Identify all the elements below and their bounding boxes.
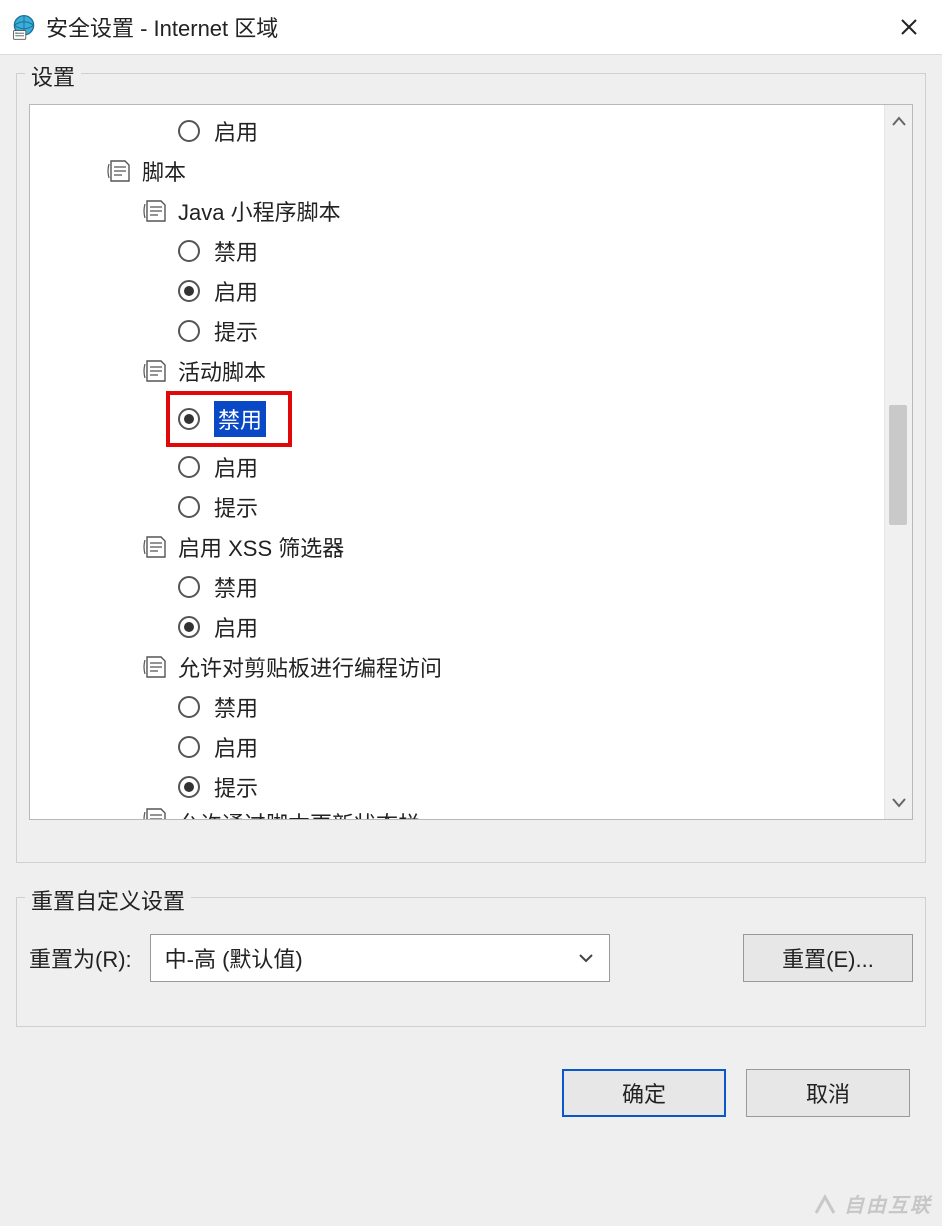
button-label: 确定 [622,1077,666,1109]
script-item-icon [142,807,168,820]
radio-icon [178,576,200,598]
radio-label: 禁用 [214,401,266,437]
globe-settings-icon [10,13,38,41]
reset-to-label: 重置为(R): [29,942,132,974]
radio-label: 提示 [214,491,258,523]
radio-icon [178,240,200,262]
tree-subcategory-truncated: 允许通过脚本更新状态栏 [38,807,908,820]
tree-subcategory-xss-filter: 启用 XSS 筛选器 [38,527,908,567]
reset-level-dropdown[interactable]: 中-高 (默认值) [150,934,610,982]
tree-subcategory-clipboard-access: 允许对剪贴板进行编程访问 [38,647,908,687]
reset-legend: 重置自定义设置 [25,884,191,916]
radio-label: 禁用 [214,235,258,267]
radio-icon [178,776,200,798]
radio-label: 启用 [214,275,258,307]
script-item-icon [142,534,168,560]
radio-option[interactable]: 提示 [38,311,908,351]
tree-subcategory-active-scripting: 活动脚本 [38,351,908,391]
security-settings-dialog: 安全设置 - Internet 区域 设置 启用 [0,0,942,1226]
radio-label: 启用 [214,451,258,483]
radio-icon [178,696,200,718]
script-item-icon [142,358,168,384]
subcategory-label: 允许对剪贴板进行编程访问 [178,651,442,683]
radio-icon [178,616,200,638]
tree-content: 启用 脚本 Java 小程序脚本 [30,105,912,820]
settings-groupbox: 设置 启用 脚本 [16,73,926,863]
radio-label: 提示 [214,315,258,347]
reset-button[interactable]: 重置(E)... [743,934,913,982]
scroll-thumb[interactable] [889,405,907,525]
ok-button[interactable]: 确定 [562,1069,726,1117]
settings-legend: 设置 [25,60,81,92]
script-item-icon [142,198,168,224]
radio-label: 提示 [214,771,258,803]
radio-option[interactable]: 提示 [38,767,908,807]
watermark: 自由互联 [812,1189,932,1218]
radio-icon [178,280,200,302]
radio-option[interactable]: 提示 [38,487,908,527]
radio-icon [178,120,200,142]
scroll-up-icon[interactable] [890,113,908,131]
script-category-icon [106,158,132,184]
close-button[interactable] [886,11,932,43]
watermark-icon [812,1191,838,1217]
close-icon [899,17,919,37]
window-title: 安全设置 - Internet 区域 [46,11,278,43]
subcategory-label: 启用 XSS 筛选器 [178,531,344,563]
radio-option[interactable]: 启用 [38,607,908,647]
subcategory-label: 允许通过脚本更新状态栏 [178,807,420,820]
subcategory-label: Java 小程序脚本 [178,195,341,227]
radio-label: 启用 [214,731,258,763]
radio-option[interactable]: 禁用 [38,231,908,271]
reset-groupbox: 重置自定义设置 重置为(R): 中-高 (默认值) 重置(E)... [16,897,926,1027]
radio-option-highlighted[interactable]: 禁用 [166,391,292,447]
radio-label: 禁用 [214,571,258,603]
titlebar: 安全设置 - Internet 区域 [0,0,942,55]
settings-tree[interactable]: 启用 脚本 Java 小程序脚本 [29,104,913,820]
watermark-text: 自由互联 [844,1189,932,1218]
radio-option[interactable]: 启用 [38,447,908,487]
radio-icon [178,736,200,758]
radio-label: 禁用 [214,691,258,723]
radio-icon [178,456,200,478]
radio-icon [178,496,200,518]
radio-icon [178,320,200,342]
radio-label: 启用 [214,611,258,643]
tree-subcategory-java-applet: Java 小程序脚本 [38,191,908,231]
cancel-button[interactable]: 取消 [746,1069,910,1117]
radio-icon [178,408,200,430]
radio-option[interactable]: 启用 [38,271,908,311]
radio-option[interactable]: 禁用 [38,567,908,607]
radio-option[interactable]: 禁用 [38,687,908,727]
radio-label: 启用 [214,115,258,147]
dialog-client-area: 设置 启用 脚本 [0,55,942,1133]
scroll-down-icon[interactable] [890,793,908,811]
chevron-down-icon [577,949,595,967]
tree-category-scripting: 脚本 [38,151,908,191]
radio-option[interactable]: 启用 [38,727,908,767]
dropdown-value: 中-高 (默认值) [165,942,303,974]
tree-scrollbar[interactable] [884,105,912,819]
button-label: 重置(E)... [782,942,874,974]
subcategory-label: 活动脚本 [178,355,266,387]
category-label: 脚本 [142,155,186,187]
script-item-icon [142,654,168,680]
button-label: 取消 [806,1077,850,1109]
radio-option[interactable]: 启用 [38,111,908,151]
dialog-button-row: 确定 取消 [16,1053,926,1117]
